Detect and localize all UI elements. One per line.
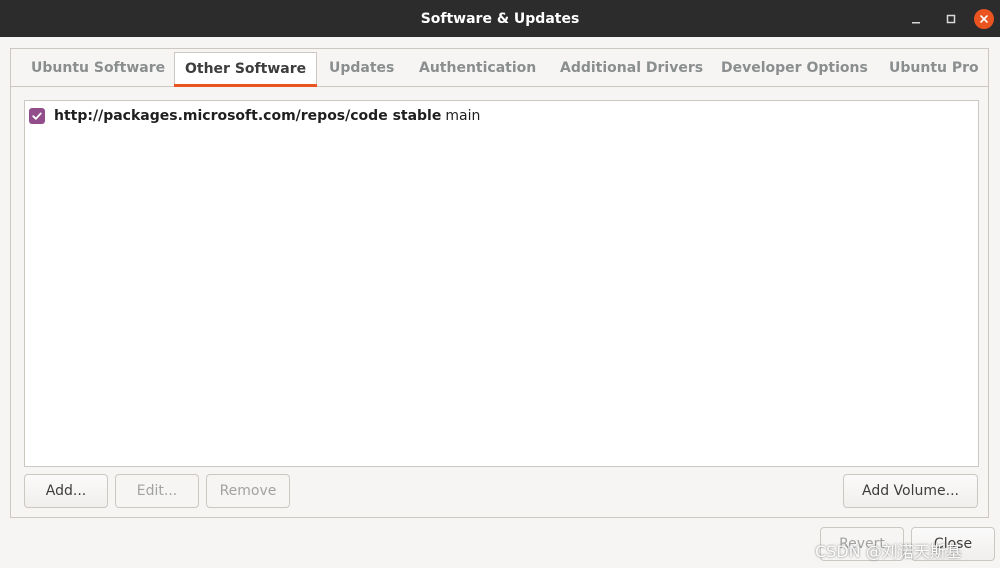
minimize-icon xyxy=(912,21,920,23)
add-button[interactable]: Add... xyxy=(24,474,108,508)
software-updates-window: Software & Updates Ubuntu Software Other… xyxy=(0,0,1000,568)
list-item[interactable]: http://packages.microsoft.com/repos/code… xyxy=(29,105,480,127)
minimize-button[interactable] xyxy=(906,0,926,37)
remove-button[interactable]: Remove xyxy=(206,474,290,508)
tab-authentication[interactable]: Authentication xyxy=(419,49,536,87)
source-enabled-checkbox[interactable] xyxy=(29,108,45,124)
window-title: Software & Updates xyxy=(420,10,580,27)
tab-strip: Ubuntu Software Other Software Updates A… xyxy=(11,49,988,87)
tab-additional-drivers[interactable]: Additional Drivers xyxy=(560,49,703,87)
title-bar[interactable]: Software & Updates xyxy=(0,0,1000,37)
close-window-button[interactable] xyxy=(974,0,994,37)
close-icon xyxy=(974,8,994,29)
tab-notebook: Ubuntu Software Other Software Updates A… xyxy=(10,48,989,518)
sources-list[interactable]: http://packages.microsoft.com/repos/code… xyxy=(24,100,979,467)
tab-developer-options[interactable]: Developer Options xyxy=(721,49,868,87)
checkmark-icon xyxy=(32,112,42,120)
tab-ubuntu-pro[interactable]: Ubuntu Pro xyxy=(889,49,979,87)
source-component: main xyxy=(445,108,481,124)
maximize-icon xyxy=(946,14,956,23)
edit-button[interactable]: Edit... xyxy=(115,474,199,508)
tab-updates[interactable]: Updates xyxy=(329,49,394,87)
add-volume-button[interactable]: Add Volume... xyxy=(843,474,978,508)
tab-ubuntu-software[interactable]: Ubuntu Software xyxy=(31,49,165,87)
tab-other-software[interactable]: Other Software xyxy=(174,52,318,87)
source-uri: http://packages.microsoft.com/repos/code… xyxy=(54,108,442,124)
watermark: CSDN @刘诺天斯基 xyxy=(815,542,962,561)
maximize-button[interactable] xyxy=(941,0,961,37)
